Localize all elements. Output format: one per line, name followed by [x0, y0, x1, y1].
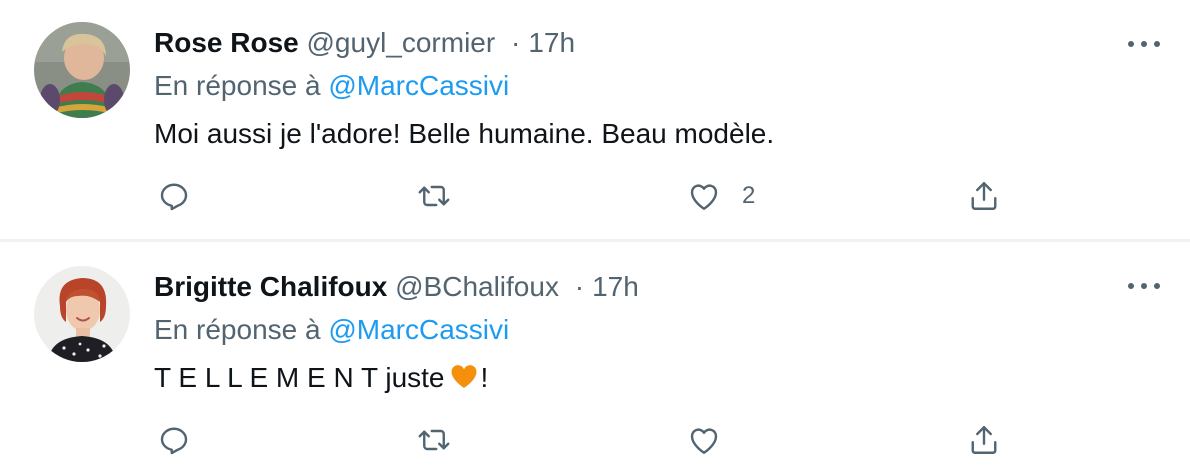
more-options-button[interactable]: [1124, 34, 1164, 54]
share-button[interactable]: [966, 420, 1002, 460]
tweet-actions: 2: [154, 176, 1034, 216]
more-icon-dot: [1154, 41, 1160, 47]
tweet-text-main: T E L L E M E N T juste: [154, 362, 445, 393]
tweet[interactable]: Rose Rose @guyl_cormier · 17h En réponse …: [0, 0, 1190, 240]
reply-icon: [160, 427, 188, 455]
more-icon-dot: [1141, 41, 1147, 47]
heart-icon: [690, 428, 718, 454]
reply-button[interactable]: [156, 420, 192, 460]
retweet-button[interactable]: [416, 420, 452, 460]
share-button[interactable]: [966, 176, 1002, 216]
like-button[interactable]: [686, 420, 742, 460]
timestamp[interactable]: 17h: [592, 271, 639, 302]
tweet-header: Rose Rose @guyl_cormier · 17h: [154, 22, 1150, 64]
separator-dot: ·: [574, 271, 585, 302]
tweet-content: Rose Rose @guyl_cormier · 17h En réponse …: [154, 22, 1150, 156]
reply-context: En réponse à @MarcCassivi: [154, 64, 1150, 108]
display-name[interactable]: Rose Rose: [154, 27, 299, 58]
reply-mention-link[interactable]: @MarcCassivi: [328, 314, 509, 345]
avatar-image: [34, 22, 130, 118]
share-icon: [971, 182, 997, 210]
tweet-content: Brigitte Chalifoux @BChalifoux · 17h En r…: [154, 266, 1150, 400]
avatar[interactable]: [34, 22, 130, 118]
user-handle[interactable]: @BChalifoux: [395, 271, 559, 302]
heart-icon: [690, 184, 718, 210]
separator-dot: ·: [510, 27, 521, 58]
tweet[interactable]: Brigitte Chalifoux @BChalifoux · 17h En r…: [0, 242, 1190, 476]
reply-button[interactable]: [156, 176, 192, 216]
retweet-button[interactable]: [416, 176, 452, 216]
tweet-text: Moi aussi je l'adore! Belle humaine. Bea…: [154, 118, 775, 149]
avatar[interactable]: [34, 266, 130, 362]
more-icon-dot: [1141, 283, 1147, 289]
retweet-icon: [418, 185, 450, 207]
timestamp[interactable]: 17h: [528, 27, 575, 58]
tweet-text-end: !: [480, 362, 489, 393]
retweet-icon: [418, 429, 450, 451]
reply-prefix: En réponse à: [154, 314, 321, 345]
tweet-actions: [154, 420, 1034, 460]
like-count: 2: [742, 182, 756, 209]
reply-prefix: En réponse à: [154, 70, 321, 101]
tweet-header: Brigitte Chalifoux @BChalifoux · 17h: [154, 266, 1150, 308]
reply-context: En réponse à @MarcCassivi: [154, 308, 1150, 352]
reply-icon: [160, 183, 188, 211]
reply-mention-link[interactable]: @MarcCassivi: [328, 70, 509, 101]
more-options-button[interactable]: [1124, 276, 1164, 296]
share-icon: [971, 426, 997, 454]
more-icon: [1128, 41, 1134, 47]
like-button[interactable]: 2: [686, 176, 755, 216]
avatar-image: [34, 266, 130, 362]
more-icon: [1128, 283, 1134, 289]
user-handle[interactable]: @guyl_cormier: [307, 27, 496, 58]
display-name[interactable]: Brigitte Chalifoux: [154, 271, 387, 302]
orange-heart-emoji: [449, 361, 479, 391]
orange-heart-icon: [451, 365, 476, 388]
tweet-text: T E L L E M E N T juste!: [154, 356, 1150, 400]
more-icon-dot: [1154, 283, 1160, 289]
